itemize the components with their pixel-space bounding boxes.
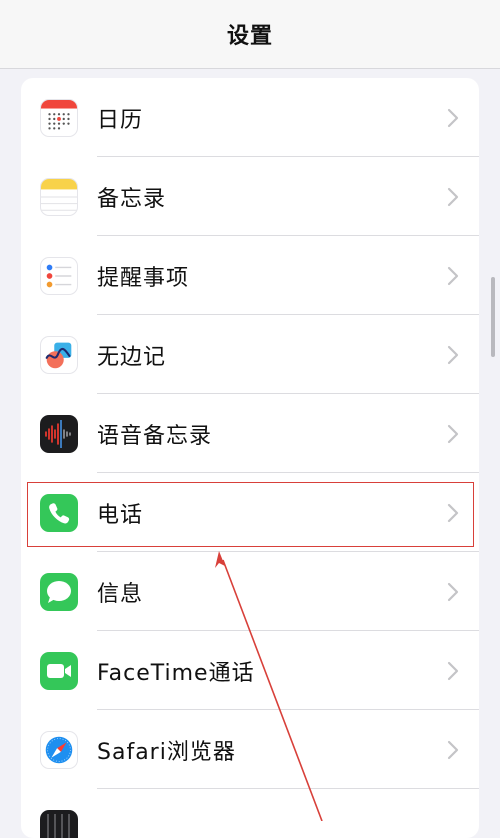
settings-row-facetime[interactable]: FaceTime通话 (21, 631, 479, 710)
settings-row-label: Safari浏览器 (97, 739, 236, 765)
chevron-right-icon (447, 108, 459, 128)
voice-memos-icon (40, 415, 78, 453)
page-title: 设置 (226, 24, 273, 49)
chevron-right-icon (447, 266, 459, 286)
settings-row-label: 提醒事项 (97, 265, 190, 291)
settings-row-freeform[interactable]: 无边记 (21, 315, 479, 394)
chevron-right-icon (447, 661, 459, 681)
settings-row-label: FaceTime通话 (97, 660, 255, 686)
scrollbar[interactable] (491, 277, 495, 357)
settings-row-voice-memos[interactable]: 语音备忘录 (21, 394, 479, 473)
settings-row-reminders[interactable]: 提醒事项 (21, 236, 479, 315)
settings-row-stocks[interactable] (21, 789, 479, 838)
settings-row-label: 日历 (97, 107, 144, 133)
chevron-right-icon (447, 582, 459, 602)
settings-row-phone[interactable]: 电话 (21, 473, 479, 552)
reminders-icon (40, 257, 78, 295)
settings-row-label: 电话 (97, 502, 144, 528)
navigation-bar: 设置 (0, 0, 500, 69)
phone-icon (40, 494, 78, 532)
settings-row-calendar[interactable]: 日历 (21, 78, 479, 157)
settings-row-label: 信息 (97, 581, 144, 607)
settings-row-safari[interactable]: Safari浏览器 (21, 710, 479, 789)
chevron-right-icon (447, 187, 459, 207)
settings-row-label: 语音备忘录 (97, 423, 213, 449)
chevron-right-icon (447, 740, 459, 760)
facetime-icon (40, 652, 78, 690)
safari-icon (40, 731, 78, 769)
settings-row-messages[interactable]: 信息 (21, 552, 479, 631)
messages-icon (40, 573, 78, 611)
chevron-right-icon (447, 503, 459, 523)
settings-row-notes[interactable]: 备忘录 (21, 157, 479, 236)
calendar-icon (40, 99, 78, 137)
chevron-right-icon (447, 345, 459, 365)
settings-row-label: 无边记 (97, 344, 167, 370)
chevron-right-icon (447, 424, 459, 444)
settings-row-label: 备忘录 (97, 186, 167, 212)
notes-icon (40, 178, 78, 216)
stocks-icon (40, 810, 78, 838)
freeform-icon (40, 336, 78, 374)
settings-list: 日历 备忘录 提醒事项 无边记 语音备忘录 电话 信息 FaceTime通话 S… (21, 78, 479, 838)
